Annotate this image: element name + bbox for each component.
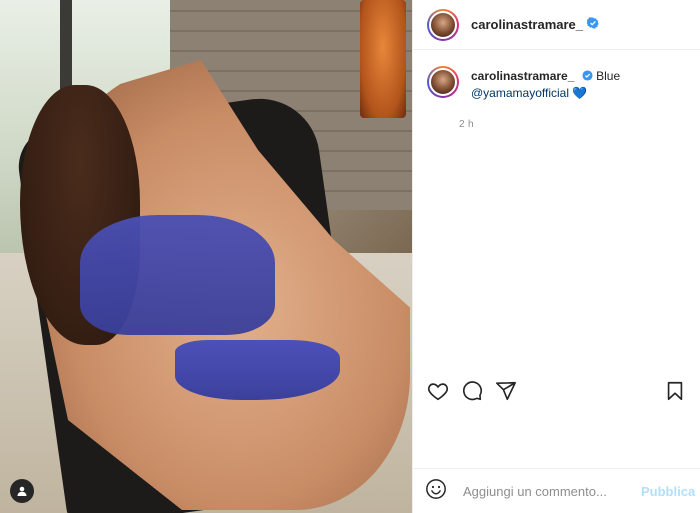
user-tag-icon[interactable]: [10, 479, 34, 503]
caption-username[interactable]: carolinastramare_: [471, 69, 574, 83]
paper-plane-icon[interactable]: [495, 380, 517, 402]
comments-section: carolinastramare_ Blue @yamamayofficial …: [413, 50, 700, 513]
avatar[interactable]: [427, 8, 459, 41]
comment-icon[interactable]: [461, 380, 483, 402]
post-photo[interactable]: [0, 0, 412, 513]
comment-input[interactable]: [461, 482, 641, 500]
post-timestamp[interactable]: 2 h: [459, 119, 686, 130]
photo-lamp: [360, 0, 406, 118]
photo-top-garment: [80, 215, 275, 335]
bookmark-icon[interactable]: [664, 380, 686, 402]
verified-badge-icon: [582, 69, 593, 85]
post-side-panel: carolinastramare_ carolinastramare_ Blue…: [412, 0, 700, 513]
caption-text: Blue: [596, 69, 621, 83]
publish-button[interactable]: Pubblica: [641, 484, 695, 499]
caption-heart-emoji: 💙: [572, 85, 588, 100]
post-header: carolinastramare_: [413, 0, 700, 50]
heart-icon[interactable]: [427, 380, 449, 402]
caption-comment: carolinastramare_ Blue @yamamayofficial …: [427, 66, 686, 101]
emoji-icon[interactable]: [425, 478, 447, 505]
avatar[interactable]: [427, 66, 459, 98]
photo-bottom-garment: [175, 340, 340, 400]
post-actions: [413, 375, 700, 407]
caption-body: carolinastramare_ Blue @yamamayofficial …: [471, 68, 620, 101]
comment-composer: Pubblica: [413, 468, 700, 513]
caption-mention-link[interactable]: @yamamayofficial: [471, 86, 569, 100]
post-container: carolinastramare_ carolinastramare_ Blue…: [0, 0, 700, 513]
header-username[interactable]: carolinastramare_: [471, 17, 583, 32]
verified-badge-icon: [586, 16, 599, 34]
